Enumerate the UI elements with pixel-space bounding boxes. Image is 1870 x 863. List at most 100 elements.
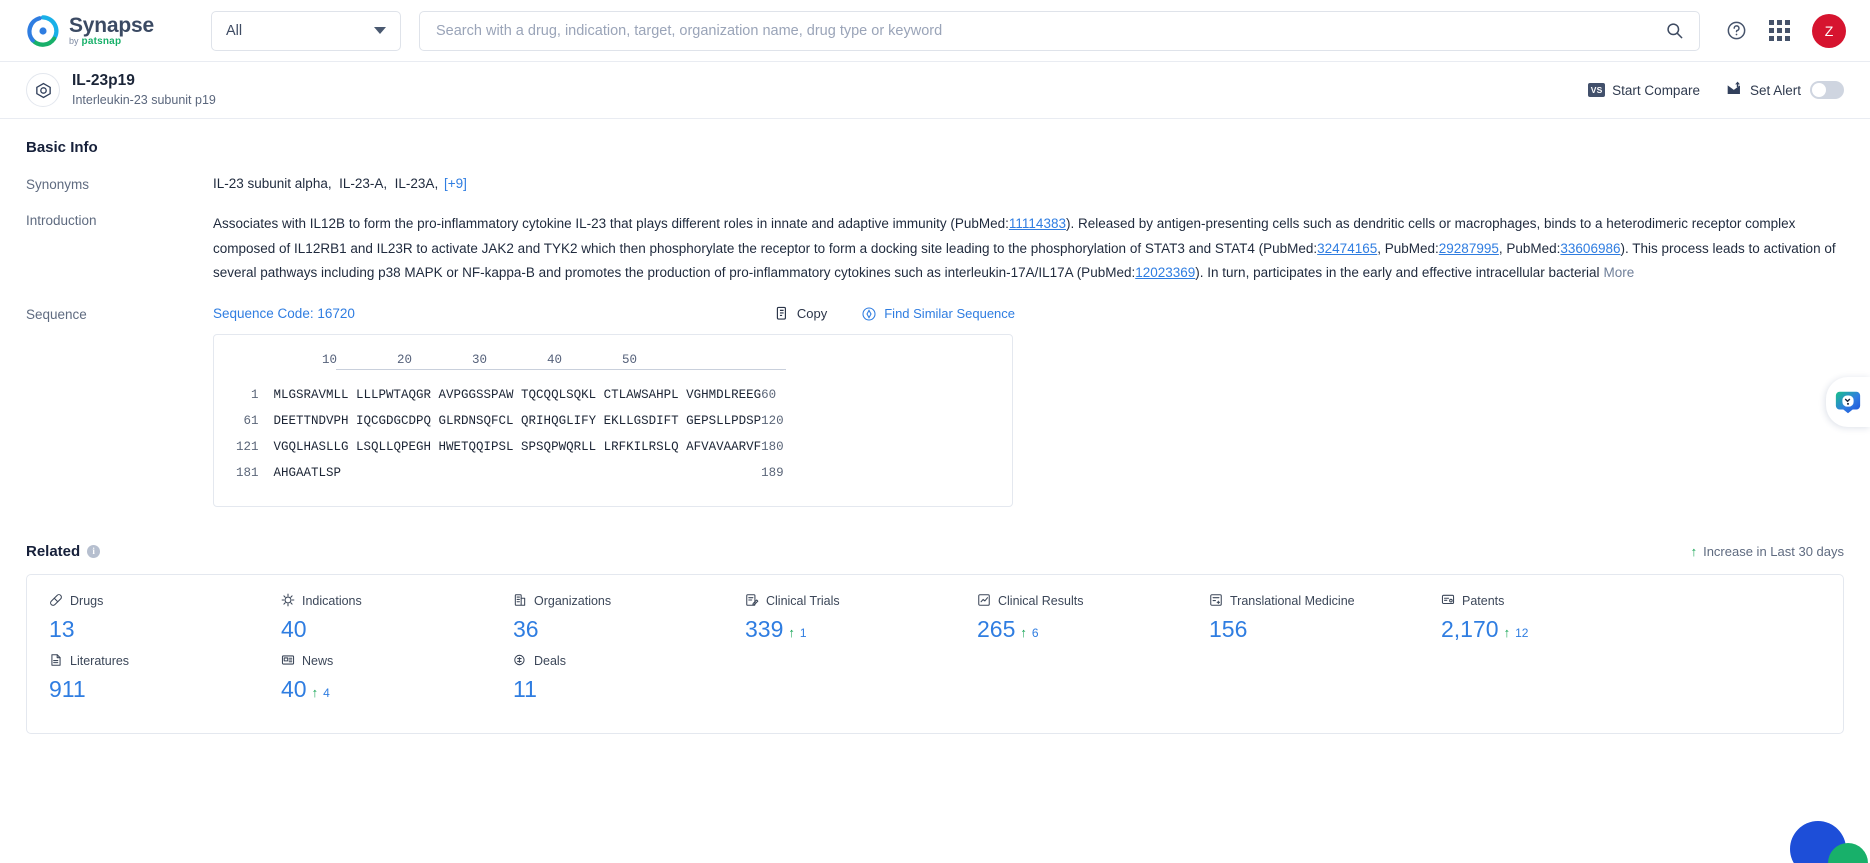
set-alert-label: Set Alert <box>1749 82 1801 98</box>
copy-sequence-button[interactable]: Copy <box>775 306 827 322</box>
stat-value[interactable]: 40 <box>281 616 491 643</box>
pubmed-link[interactable]: 12023369 <box>1135 265 1195 280</box>
introduction-row: Introduction Associates with IL12B to fo… <box>26 212 1844 286</box>
logo-title: Synapse <box>69 13 154 37</box>
search-icon <box>1666 23 1682 39</box>
stat-value[interactable]: 36 <box>513 616 723 643</box>
stat-delta-arrow-icon: ↑ <box>1020 624 1027 640</box>
related-header: Related i ↑ Increase in Last 30 days <box>26 543 1844 560</box>
stat-label-text: Translational Medicine <box>1230 594 1355 609</box>
related-stat-clinical-trials[interactable]: Clinical Trials 339 ↑ 1 <box>723 593 955 643</box>
introduction-more-link[interactable]: More <box>1604 265 1635 280</box>
related-stat-translational-medicine[interactable]: Translational Medicine 156 <box>1187 593 1419 643</box>
alert-bell-icon <box>1726 81 1743 99</box>
ai-assistant-button[interactable] <box>1826 377 1870 427</box>
sequence-label: Sequence <box>26 306 87 322</box>
related-stat-clinical-results[interactable]: Clinical Results 265 ↑ 6 <box>955 593 1187 643</box>
sequence-code-link[interactable]: Sequence Code: 16720 <box>213 306 355 321</box>
set-alert-toggle[interactable] <box>1810 81 1844 99</box>
stat-count: 339 <box>745 615 784 642</box>
sequence-ruler: 10 20 30 40 50 <box>262 352 638 367</box>
synapse-logo-icon <box>26 14 60 48</box>
related-stat-news[interactable]: News 40 ↑ 4 <box>259 653 491 703</box>
stat-label-text: Deals <box>534 654 566 669</box>
apps-grid-button[interactable] <box>1769 20 1790 41</box>
stat-label-text: Clinical Trials <box>766 594 840 609</box>
info-icon[interactable]: i <box>87 544 101 558</box>
patent-icon <box>1441 593 1455 610</box>
up-arrow-icon: ↑ <box>1690 543 1698 559</box>
stat-label-text: Drugs <box>70 594 104 609</box>
stat-value[interactable]: 339 ↑ 1 <box>745 616 955 643</box>
set-alert-control[interactable]: Set Alert <box>1726 81 1844 99</box>
synonym-item: IL-23A <box>394 176 435 191</box>
related-stats-grid: Drugs 13 Indications 40 Organizations 36 Clini… <box>27 593 1843 713</box>
sequence-rows: 1 MLGSRAVMLL LLLPWTAQGR AVPGGSSPAW TQCQQ… <box>236 382 990 486</box>
clinical-result-icon <box>977 593 991 610</box>
sequence-line: 61 DEETTNDVPH IQCGDGCDPQ GLRDNSQFCL QRIH… <box>236 413 784 428</box>
related-stat-patents[interactable]: Patents 2,170 ↑ 12 <box>1419 593 1651 643</box>
stat-label-row: Drugs <box>49 593 259 610</box>
related-stat-indications[interactable]: Indications 40 <box>259 593 491 643</box>
intro-part-6: ). In turn, participates in the early an… <box>1195 265 1600 281</box>
sequence-value: Sequence Code: 16720 Copy Find Similar S… <box>213 306 1844 507</box>
stat-label-text: News <box>302 654 334 669</box>
search-input[interactable] <box>436 22 1657 39</box>
stat-delta-arrow-icon: ↑ <box>788 624 795 640</box>
app-logo[interactable]: Synapse by patsnap <box>26 14 186 48</box>
related-heading: Related <box>26 542 81 560</box>
stat-value[interactable]: 156 <box>1209 616 1419 643</box>
stat-value[interactable]: 2,170 ↑ 12 <box>1441 616 1651 643</box>
synonyms-row: Synonyms IL-23 subunit alpha, IL-23-A, I… <box>26 176 1844 192</box>
virus-icon <box>281 593 295 610</box>
stat-count: 911 <box>49 675 86 702</box>
stat-value[interactable]: 40 ↑ 4 <box>281 676 491 703</box>
clinical-trial-icon <box>745 593 759 610</box>
search-category-select[interactable]: All <box>211 10 401 51</box>
stat-label-row: Clinical Results <box>977 593 1187 610</box>
stat-value[interactable]: 11 <box>513 676 723 703</box>
stat-count: 265 <box>977 615 1016 642</box>
stat-value[interactable]: 911 <box>49 676 259 703</box>
stat-label-text: Literatures <box>70 654 130 669</box>
related-stat-deals[interactable]: Deals 11 <box>491 653 723 703</box>
increase-legend-label: Increase in Last 30 days <box>1703 543 1844 559</box>
stat-count: 11 <box>513 675 537 702</box>
logo-by-text: by <box>69 35 79 46</box>
related-stats-card: Drugs 13 Indications 40 Organizations 36 Clini… <box>26 573 1844 734</box>
stat-delta-arrow-icon: ↑ <box>311 684 319 700</box>
synonyms-expand-link[interactable]: [+9] <box>444 176 467 191</box>
pubmed-link[interactable]: 11114383 <box>1009 216 1066 231</box>
page-subtitle: Interleukin-23 subunit p19 <box>72 92 216 107</box>
stat-label-row: Indications <box>281 593 491 610</box>
related-stat-drugs[interactable]: Drugs 13 <box>27 593 259 643</box>
introduction-text: Associates with IL12B to form the pro-in… <box>213 212 1843 286</box>
pubmed-link[interactable]: 29287995 <box>1439 241 1499 256</box>
stat-delta-value: 6 <box>1031 625 1039 640</box>
find-similar-label: Find Similar Sequence <box>884 306 1016 322</box>
pubmed-link[interactable]: 32474165 <box>1317 241 1377 256</box>
stat-delta-arrow-icon: ↑ <box>1503 624 1511 640</box>
synonyms-label: Synonyms <box>26 177 90 192</box>
similar-sequence-icon <box>862 307 876 321</box>
pubmed-link[interactable]: 33606986 <box>1560 241 1620 256</box>
help-button[interactable] <box>1726 20 1747 41</box>
start-compare-button[interactable]: VS Start Compare <box>1588 83 1700 98</box>
chevron-down-icon <box>374 27 386 34</box>
global-search-container[interactable] <box>419 10 1700 51</box>
pill-icon <box>49 593 63 610</box>
stat-value[interactable]: 265 ↑ 6 <box>977 616 1187 643</box>
copy-icon <box>776 306 786 320</box>
stat-value[interactable]: 13 <box>49 616 259 643</box>
find-similar-sequence-button[interactable]: Find Similar Sequence <box>861 306 1015 322</box>
related-stat-literatures[interactable]: Literatures 911 <box>27 653 259 703</box>
stat-label-row: News <box>281 653 491 670</box>
search-button[interactable] <box>1657 14 1691 48</box>
user-avatar[interactable]: Z <box>1812 13 1846 48</box>
related-stat-organizations[interactable]: Organizations 36 <box>491 593 723 643</box>
sequence-row: Sequence Sequence Code: 16720 Copy Find … <box>26 306 1844 507</box>
top-navigation-bar: Synapse by patsnap All Search with a dru… <box>0 0 1870 62</box>
intro-part-4: , PubMed: <box>1498 240 1561 256</box>
help-circle-icon <box>1727 21 1746 40</box>
stat-label-text: Organizations <box>534 594 612 609</box>
